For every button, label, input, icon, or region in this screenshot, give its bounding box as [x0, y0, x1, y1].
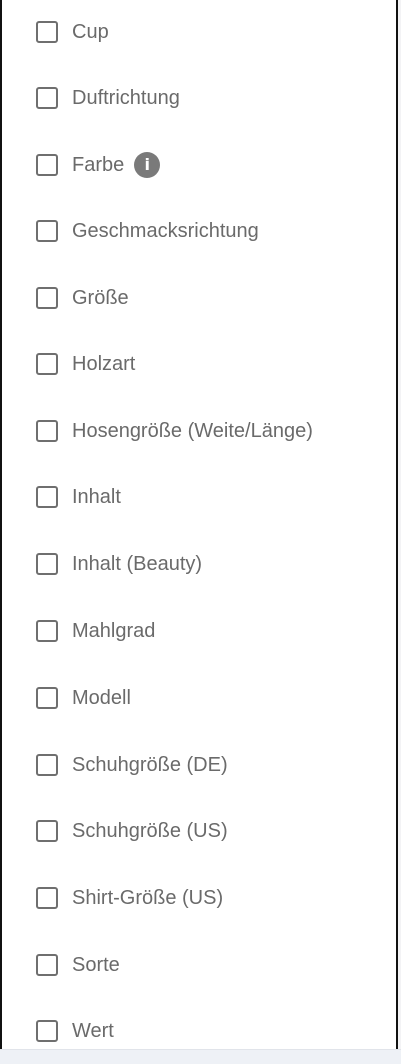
filter-label: Schuhgröße (DE)	[72, 754, 228, 776]
filter-item-sorte[interactable]: Sorte	[2, 945, 396, 985]
filter-label: Hosengröße (Weite/Länge)	[72, 420, 313, 442]
checkbox[interactable]	[36, 1020, 58, 1042]
filter-label: Geschmacksrichtung	[72, 220, 259, 242]
checkbox[interactable]	[36, 887, 58, 909]
filter-item-hosengroesse[interactable]: Hosengröße (Weite/Länge)	[2, 411, 396, 451]
filter-item-shirt-groesse-us[interactable]: Shirt-Größe (US)	[2, 878, 396, 918]
checkbox[interactable]	[36, 154, 58, 176]
filter-item-schuhgroesse-us[interactable]: Schuhgröße (US)	[2, 811, 396, 851]
checkbox[interactable]	[36, 954, 58, 976]
filter-label: Duftrichtung	[72, 87, 180, 109]
checkbox[interactable]	[36, 220, 58, 242]
filter-label: Holzart	[72, 353, 136, 375]
checkbox[interactable]	[36, 620, 58, 642]
filter-item-wert[interactable]: Wert	[2, 1011, 396, 1051]
filter-item-geschmacksrichtung[interactable]: Geschmacksrichtung	[2, 211, 396, 251]
filter-label: Schuhgröße (US)	[72, 820, 228, 842]
filter-item-cup[interactable]: Cup	[2, 12, 396, 52]
filter-label: Shirt-Größe (US)	[72, 887, 224, 909]
filter-item-modell[interactable]: Modell	[2, 678, 396, 718]
filter-panel: Cup Duftrichtung Farbe i Geschmacksricht…	[0, 0, 398, 1064]
checkbox[interactable]	[36, 754, 58, 776]
checkbox[interactable]	[36, 353, 58, 375]
checkbox[interactable]	[36, 553, 58, 575]
info-icon[interactable]: i	[134, 152, 161, 178]
checkbox[interactable]	[36, 87, 58, 109]
filter-item-inhalt[interactable]: Inhalt	[2, 477, 396, 517]
filter-label: Inhalt (Beauty)	[72, 553, 203, 575]
filter-item-duftrichtung[interactable]: Duftrichtung	[2, 78, 396, 118]
checkbox[interactable]	[36, 287, 58, 309]
filter-label: Sorte	[72, 954, 120, 976]
filter-item-holzart[interactable]: Holzart	[2, 344, 396, 384]
checkbox[interactable]	[36, 486, 58, 508]
checkbox[interactable]	[36, 687, 58, 709]
filter-item-farbe[interactable]: Farbe i	[2, 145, 396, 185]
filter-item-schuhgroesse-de[interactable]: Schuhgröße (DE)	[2, 745, 396, 785]
filter-label: Wert	[72, 1020, 114, 1042]
filter-label: Cup	[72, 21, 109, 43]
checkbox[interactable]	[36, 21, 58, 43]
bottom-strip	[0, 1049, 401, 1064]
filter-label: Inhalt	[72, 486, 121, 508]
checkbox[interactable]	[36, 420, 58, 442]
filter-label: Farbe	[72, 154, 125, 176]
checkbox[interactable]	[36, 820, 58, 842]
filter-label: Modell	[72, 687, 131, 709]
filter-label: Mahlgrad	[72, 620, 156, 642]
filter-item-inhalt-beauty[interactable]: Inhalt (Beauty)	[2, 544, 396, 584]
filter-item-mahlgrad[interactable]: Mahlgrad	[2, 611, 396, 651]
filter-item-groesse[interactable]: Größe	[2, 278, 396, 318]
filter-label: Größe	[72, 287, 129, 309]
